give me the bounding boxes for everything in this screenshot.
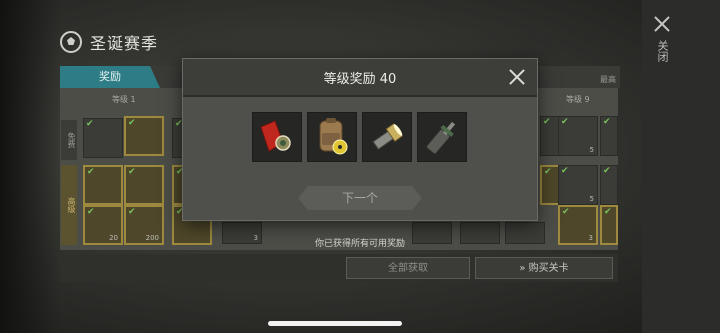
row-label-premium: 高级 (61, 165, 77, 245)
close-icon[interactable] (652, 14, 672, 34)
reward-cell[interactable]: ✔ (124, 165, 164, 205)
max-level-label: 最高 (600, 75, 616, 84)
double-chevron-icon: » (519, 263, 529, 274)
modal-title: 等级奖励 40 (323, 72, 397, 87)
reward-cell[interactable]: ✔ 5 (558, 165, 598, 205)
reward-cell[interactable]: ✔ (83, 118, 123, 158)
reward-cell[interactable]: ✔ (124, 116, 164, 156)
season-header: 圣诞赛季 (60, 30, 158, 54)
season-title: 圣诞赛季 (90, 34, 159, 53)
all-rewards-received-note: 你已获得所有可用奖励 (314, 239, 405, 249)
reward-cell[interactable]: ✔ 5 (558, 116, 598, 156)
season-shield-icon (60, 31, 82, 53)
reward-backpack-icon[interactable] (307, 112, 357, 162)
tab-reward[interactable]: 奖励 (60, 66, 160, 88)
item-count: 5 (589, 146, 594, 154)
reward-cell[interactable]: ✔ (83, 165, 123, 205)
next-button[interactable]: 下一个 (298, 186, 422, 210)
modal-close-icon[interactable] (507, 67, 527, 87)
home-indicator[interactable] (268, 321, 402, 326)
row-label-free: 免费 (61, 120, 77, 160)
reward-red-jersey-icon[interactable] (252, 112, 302, 162)
close-label[interactable]: 关闭 (654, 40, 670, 62)
claim-all-button[interactable]: 全部获取 (346, 257, 470, 279)
reward-cell[interactable]: ✔ (600, 165, 618, 205)
level-label-9: 等级 9 (566, 95, 590, 104)
level-reward-modal: 等级奖励 40 下一个 (182, 58, 538, 221)
modal-header: 等级奖励 40 (183, 59, 537, 97)
reward-gas-torch-icon[interactable] (417, 112, 467, 162)
item-count: 5 (589, 195, 594, 203)
buy-pass-button[interactable]: » 购买关卡 (475, 257, 613, 279)
buy-pass-label: 购买关卡 (528, 263, 569, 274)
left-vignette (0, 0, 60, 333)
level-label-1: 等级 1 (112, 95, 136, 104)
reward-flashlight-icon[interactable] (362, 112, 412, 162)
reward-cell[interactable]: ✔ (600, 116, 618, 156)
